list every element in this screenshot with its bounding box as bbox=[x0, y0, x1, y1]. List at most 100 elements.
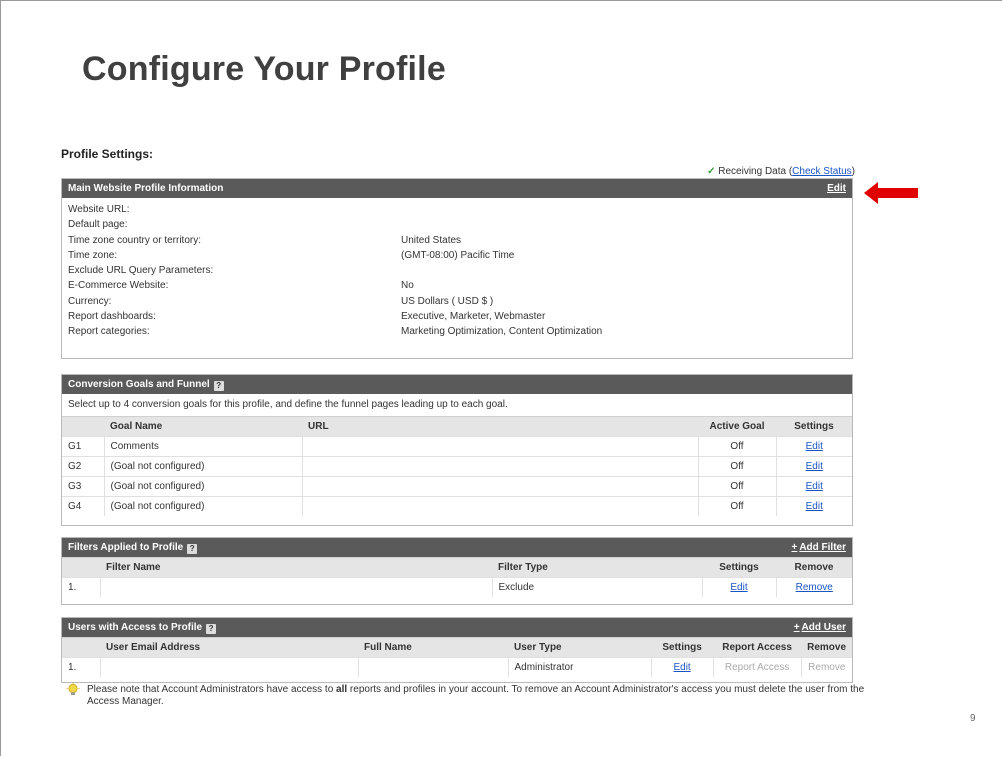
goal-edit-link[interactable]: Edit bbox=[806, 461, 823, 472]
filter-type-header: Filter Type bbox=[492, 557, 702, 578]
info-label: Default page: bbox=[68, 219, 128, 231]
filter-num-header bbox=[62, 557, 100, 578]
filter-edit-link[interactable]: Edit bbox=[730, 582, 747, 593]
user-settings: Edit bbox=[651, 657, 714, 677]
user-report-access: Report Access bbox=[713, 657, 802, 677]
profile-settings-heading: Profile Settings: bbox=[61, 147, 154, 161]
filter-settings: Edit bbox=[702, 577, 777, 597]
help-icon[interactable]: ? bbox=[213, 381, 224, 391]
filters-table-header: Filter Name Filter Type Settings Remove bbox=[62, 557, 852, 578]
goal-url bbox=[302, 436, 699, 457]
user-email-header: User Email Address bbox=[100, 637, 358, 658]
info-label: E-Commerce Website: bbox=[68, 280, 169, 292]
goal-name: (Goal not configured) bbox=[104, 476, 303, 497]
info-label: Website URL: bbox=[68, 204, 130, 215]
filter-remove-header: Remove bbox=[776, 557, 852, 578]
filter-name bbox=[100, 577, 493, 597]
filter-name-header: Filter Name bbox=[100, 557, 492, 578]
goal-url bbox=[302, 456, 699, 477]
user-settings-header: Settings bbox=[651, 637, 714, 658]
goal-edit-link[interactable]: Edit bbox=[806, 501, 823, 512]
goals-table: Goal Name URL Active Goal Settings G1 Co… bbox=[62, 416, 852, 516]
main-profile-title: Main Website Profile Information bbox=[68, 183, 224, 194]
goals-table-header: Goal Name URL Active Goal Settings bbox=[62, 416, 852, 437]
info-label: Time zone country or territory: bbox=[68, 234, 202, 246]
info-label: Exclude URL Query Parameters: bbox=[68, 265, 214, 277]
info-row-timezone-country: Time zone country or territory: United St… bbox=[62, 233, 852, 248]
plus-icon: + bbox=[793, 622, 800, 633]
info-label: Report dashboards: bbox=[68, 311, 156, 323]
goal-name-header: Goal Name bbox=[104, 416, 302, 437]
note-text-before: Please note that Account Administrators … bbox=[87, 684, 337, 695]
checkmark-icon: ✓ bbox=[707, 166, 716, 177]
user-email bbox=[100, 657, 359, 677]
filters-table: Filter Name Filter Type Settings Remove … bbox=[62, 557, 852, 597]
users-panel: Users with Access to Profile? + Add User … bbox=[61, 617, 853, 683]
table-row: G2 (Goal not configured) Off Edit bbox=[62, 456, 852, 477]
info-value: US Dollars ( USD $ ) bbox=[401, 295, 494, 307]
receiving-data-text: Receiving Data ( bbox=[718, 166, 793, 177]
goal-edit-link[interactable]: Edit bbox=[806, 481, 823, 492]
info-value: No bbox=[401, 280, 414, 292]
goal-name: (Goal not configured) bbox=[104, 496, 303, 516]
table-row: G1 Comments Off Edit bbox=[62, 436, 852, 457]
user-fullname-header: Full Name bbox=[358, 637, 508, 658]
goal-id: G1 bbox=[62, 436, 105, 457]
main-profile-edit-link[interactable]: Edit bbox=[827, 179, 846, 198]
user-type-header: User Type bbox=[508, 637, 652, 658]
goal-url bbox=[302, 476, 699, 497]
user-remove-header: Remove bbox=[801, 637, 852, 658]
user-report-access-header: Report Access bbox=[713, 637, 802, 658]
filter-type: Exclude bbox=[492, 577, 703, 597]
goal-active: Off bbox=[698, 496, 777, 516]
filters-panel: Filters Applied to Profile? + Add Filter … bbox=[61, 537, 853, 605]
info-value: Marketing Optimization, Content Optimiza… bbox=[401, 326, 603, 338]
info-label: Time zone: bbox=[68, 249, 118, 261]
users-table-header: User Email Address Full Name User Type S… bbox=[62, 637, 852, 658]
check-status-link[interactable]: Check Status bbox=[792, 166, 851, 177]
table-row: 1. Administrator Edit Report Access Remo… bbox=[62, 657, 852, 677]
info-value: (GMT-08:00) Pacific Time bbox=[401, 249, 515, 261]
user-type: Administrator bbox=[508, 657, 652, 677]
user-edit-link[interactable]: Edit bbox=[673, 662, 690, 673]
goal-url-header: URL bbox=[302, 416, 698, 437]
conversion-goals-panel: Conversion Goals and Funnel? Select up t… bbox=[61, 374, 853, 526]
conversion-goals-title: Conversion Goals and Funnel bbox=[68, 379, 210, 390]
info-row-timezone: Time zone: (GMT-08:00) Pacific Time bbox=[62, 248, 852, 263]
goal-name: Comments bbox=[104, 436, 303, 457]
goal-settings-header: Settings bbox=[776, 416, 852, 437]
info-row-dashboards: Report dashboards: Executive, Marketer, W… bbox=[62, 309, 852, 324]
filters-header: Filters Applied to Profile? + Add Filter bbox=[62, 538, 852, 557]
goal-name: (Goal not configured) bbox=[104, 456, 303, 477]
conversion-goals-header: Conversion Goals and Funnel? bbox=[62, 375, 852, 394]
goal-id: G3 bbox=[62, 476, 105, 497]
add-user-button[interactable]: + Add User bbox=[794, 618, 846, 637]
goal-settings: Edit bbox=[776, 456, 852, 477]
slide-title: Configure Your Profile bbox=[82, 50, 446, 88]
help-icon[interactable]: ? bbox=[187, 544, 198, 554]
info-row-default-page: Default page: bbox=[62, 217, 852, 232]
add-user-label: Add User bbox=[801, 622, 846, 633]
add-filter-button[interactable]: + Add Filter bbox=[791, 538, 846, 557]
goal-id-header bbox=[62, 416, 104, 437]
filter-remove-link[interactable]: Remove bbox=[796, 582, 833, 593]
info-row-ecommerce: E-Commerce Website: No bbox=[62, 278, 852, 293]
receiving-close-paren: ) bbox=[851, 166, 855, 177]
goal-url bbox=[302, 496, 699, 516]
goal-active: Off bbox=[698, 456, 777, 477]
info-row-website-url: Website URL: bbox=[62, 202, 852, 217]
note-text-bold: all bbox=[336, 684, 348, 695]
goal-id: G2 bbox=[62, 456, 105, 477]
main-profile-header: Main Website Profile Information Edit bbox=[62, 179, 852, 198]
goal-id: G4 bbox=[62, 496, 105, 516]
filters-title: Filters Applied to Profile bbox=[68, 542, 184, 553]
goal-active: Off bbox=[698, 476, 777, 497]
table-row: G4 (Goal not configured) Off Edit bbox=[62, 496, 852, 516]
help-icon[interactable]: ? bbox=[206, 624, 217, 634]
filter-settings-header: Settings bbox=[702, 557, 776, 578]
main-profile-panel: Main Website Profile Information Edit We… bbox=[61, 178, 853, 359]
user-fullname bbox=[358, 657, 509, 677]
filter-remove: Remove bbox=[776, 577, 852, 597]
lightbulb-icon bbox=[66, 682, 80, 695]
goal-edit-link[interactable]: Edit bbox=[806, 441, 823, 452]
